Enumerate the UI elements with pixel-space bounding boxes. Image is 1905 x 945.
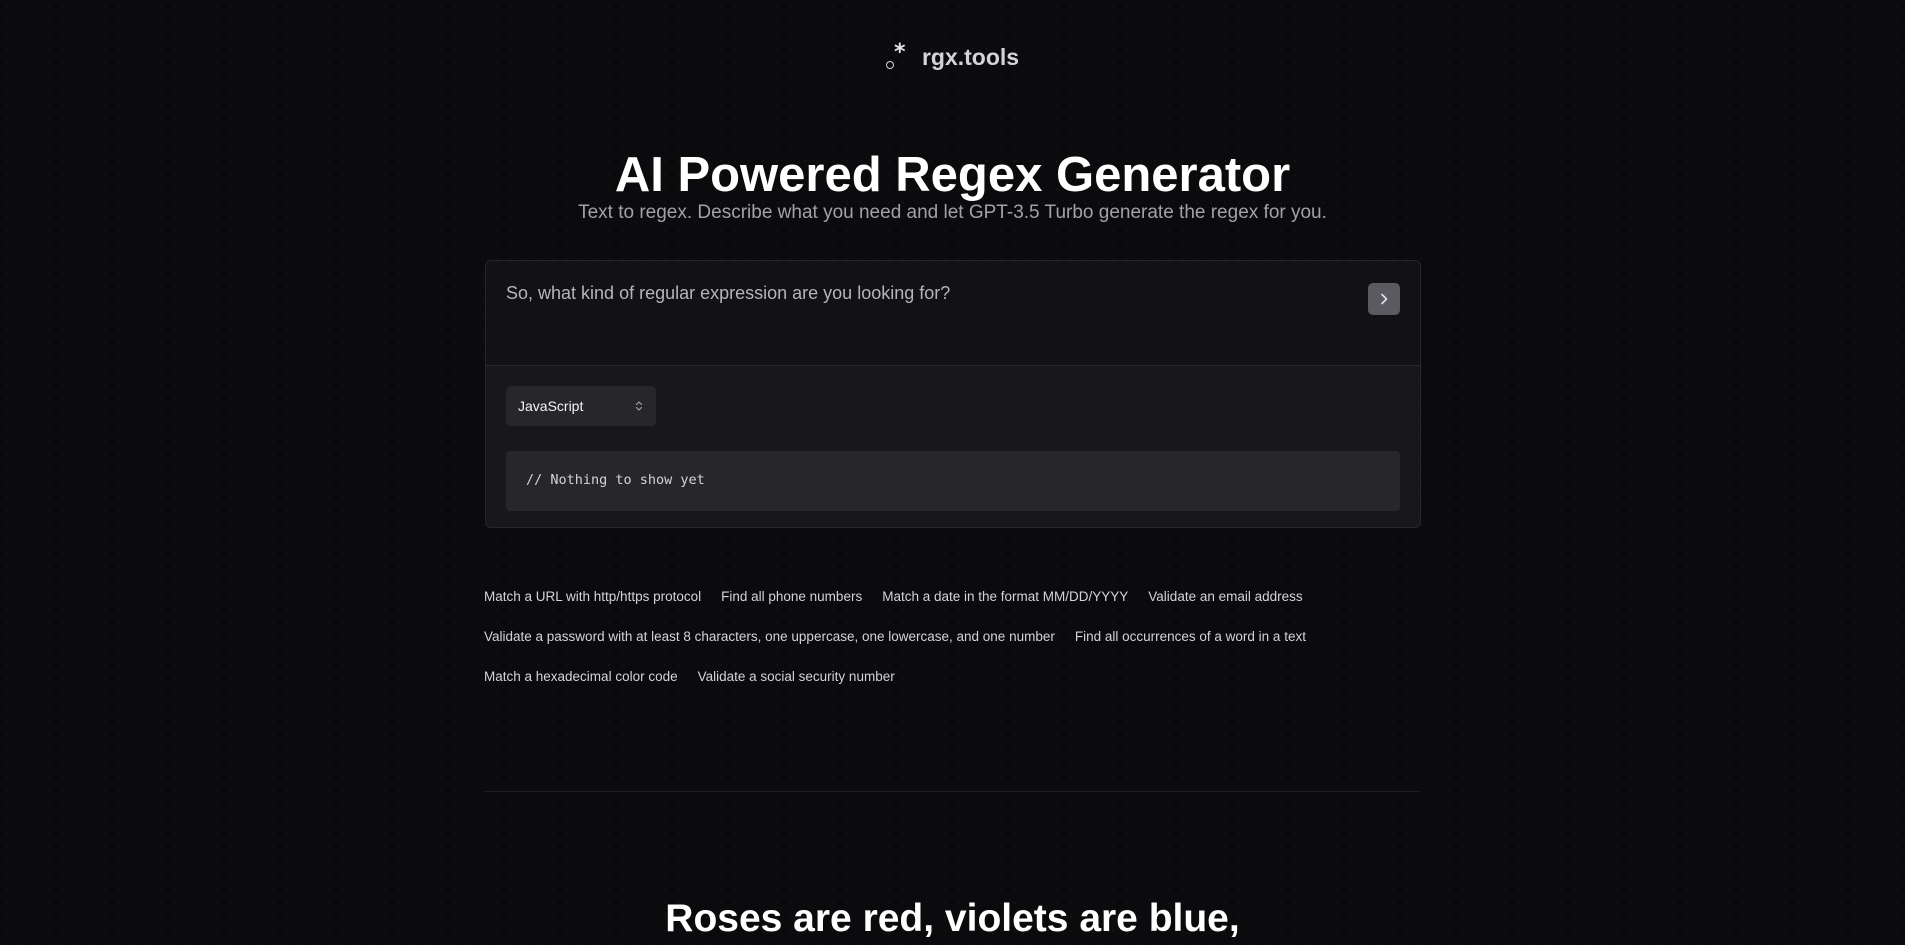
page-subtitle: Text to regex. Describe what you need an… [578, 202, 1327, 223]
logo-text: rgx.tools [921, 44, 1020, 70]
regex-output-text: // Nothing to show yet [526, 472, 705, 488]
site-logo[interactable]: * rgx.tools [0, 41, 1905, 71]
example-row: Validate a password with at least 8 char… [484, 616, 1424, 656]
page-title: AI Powered Regex Generator [614, 148, 1291, 202]
submit-button[interactable] [1368, 283, 1400, 315]
example-prompt[interactable]: Match a date in the format MM/DD/YYYY [882, 589, 1128, 604]
page: * rgx.tools AI Powered Regex Generator T… [0, 0, 1905, 945]
regex-output-code: // Nothing to show yet [506, 451, 1400, 511]
example-prompt[interactable]: Validate an email address [1148, 589, 1302, 604]
example-prompts: Match a URL with http/https protocol Fin… [484, 576, 1424, 696]
example-row: Match a URL with http/https protocol Fin… [484, 576, 1424, 616]
regex-generator-card: JavaScript // Nothing to show yet [485, 260, 1421, 528]
regex-dot-star-icon: * [885, 41, 908, 71]
language-select[interactable]: JavaScript [506, 386, 656, 426]
example-prompt[interactable]: Validate a password with at least 8 char… [484, 629, 1055, 644]
prompt-input[interactable] [506, 283, 1326, 304]
poem-heading: Roses are red, violets are blue, [665, 897, 1240, 940]
chevron-up-down-icon [635, 401, 643, 411]
example-prompt[interactable]: Match a hexadecimal color code [484, 669, 678, 684]
prompt-area [486, 261, 1420, 366]
example-row: Match a hexadecimal color code Validate … [484, 656, 1424, 696]
example-prompt[interactable]: Find all occurrences of a word in a text [1075, 629, 1306, 644]
language-select-value: JavaScript [518, 398, 584, 414]
example-prompt[interactable]: Validate a social security number [698, 669, 895, 684]
section-divider [485, 791, 1419, 792]
chevron-right-icon [1381, 293, 1388, 305]
example-prompt[interactable]: Match a URL with http/https protocol [484, 589, 701, 604]
output-area: JavaScript // Nothing to show yet [486, 366, 1420, 527]
example-prompt[interactable]: Find all phone numbers [721, 589, 862, 604]
